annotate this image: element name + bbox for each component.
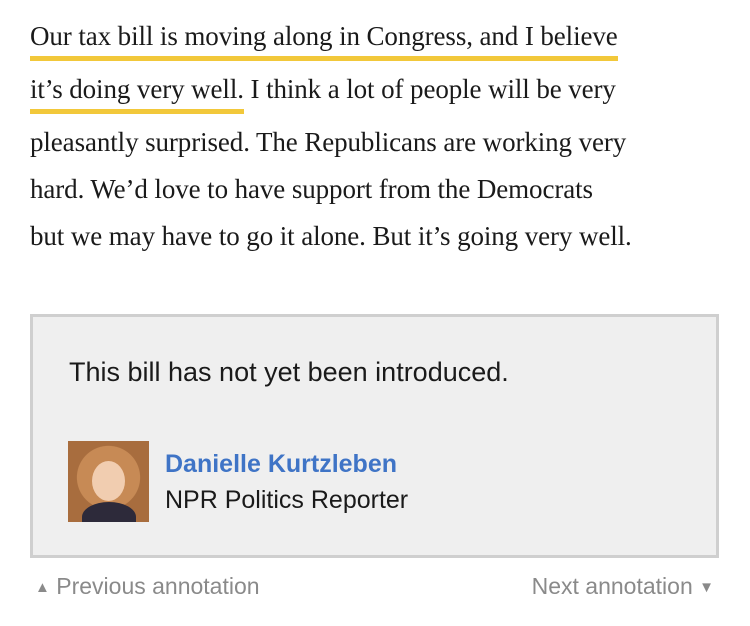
author-role: NPR Politics Reporter (165, 485, 409, 514)
next-annotation-link[interactable]: Next annotation ▼ (532, 573, 714, 600)
next-annotation-label: Next annotation (531, 573, 693, 599)
quote-line: hard. We’d love to have support from the… (30, 174, 593, 204)
previous-annotation-label: Previous annotation (56, 573, 260, 599)
avatar (68, 441, 149, 522)
annotation-note: This bill has not yet been introduced. (69, 357, 509, 387)
quote-line: pleasantly surprised. The Republicans ar… (30, 127, 627, 157)
quote-highlight[interactable]: it’s doing very well. (30, 74, 244, 114)
quote-text-segment: I think a lot of people will be very (243, 74, 616, 104)
avatar-face (92, 461, 125, 501)
previous-annotation-link[interactable]: ▲ Previous annotation (35, 573, 260, 600)
annotation-card: This bill has not yet been introduced. D… (30, 314, 719, 558)
quote-text: Our tax bill is moving along in Congress… (30, 14, 730, 261)
triangle-down-icon: ▼ (699, 579, 714, 596)
quote-line: it’s doing very well. I think a lot of p… (30, 67, 730, 120)
author-info: Danielle Kurtzleben NPR Politics Reporte… (165, 446, 408, 518)
quote-line: but we may have to go it alone. But it’s… (30, 221, 632, 251)
triangle-up-icon: ▲ (35, 579, 50, 596)
quote-line: Our tax bill is moving along in Congress… (30, 14, 730, 67)
annotation-author: Danielle Kurtzleben NPR Politics Reporte… (68, 441, 408, 522)
avatar-shirt (82, 502, 136, 522)
quote-highlight[interactable]: Our tax bill is moving along in Congress… (30, 21, 618, 61)
author-name-link[interactable]: Danielle Kurtzleben (165, 446, 408, 482)
